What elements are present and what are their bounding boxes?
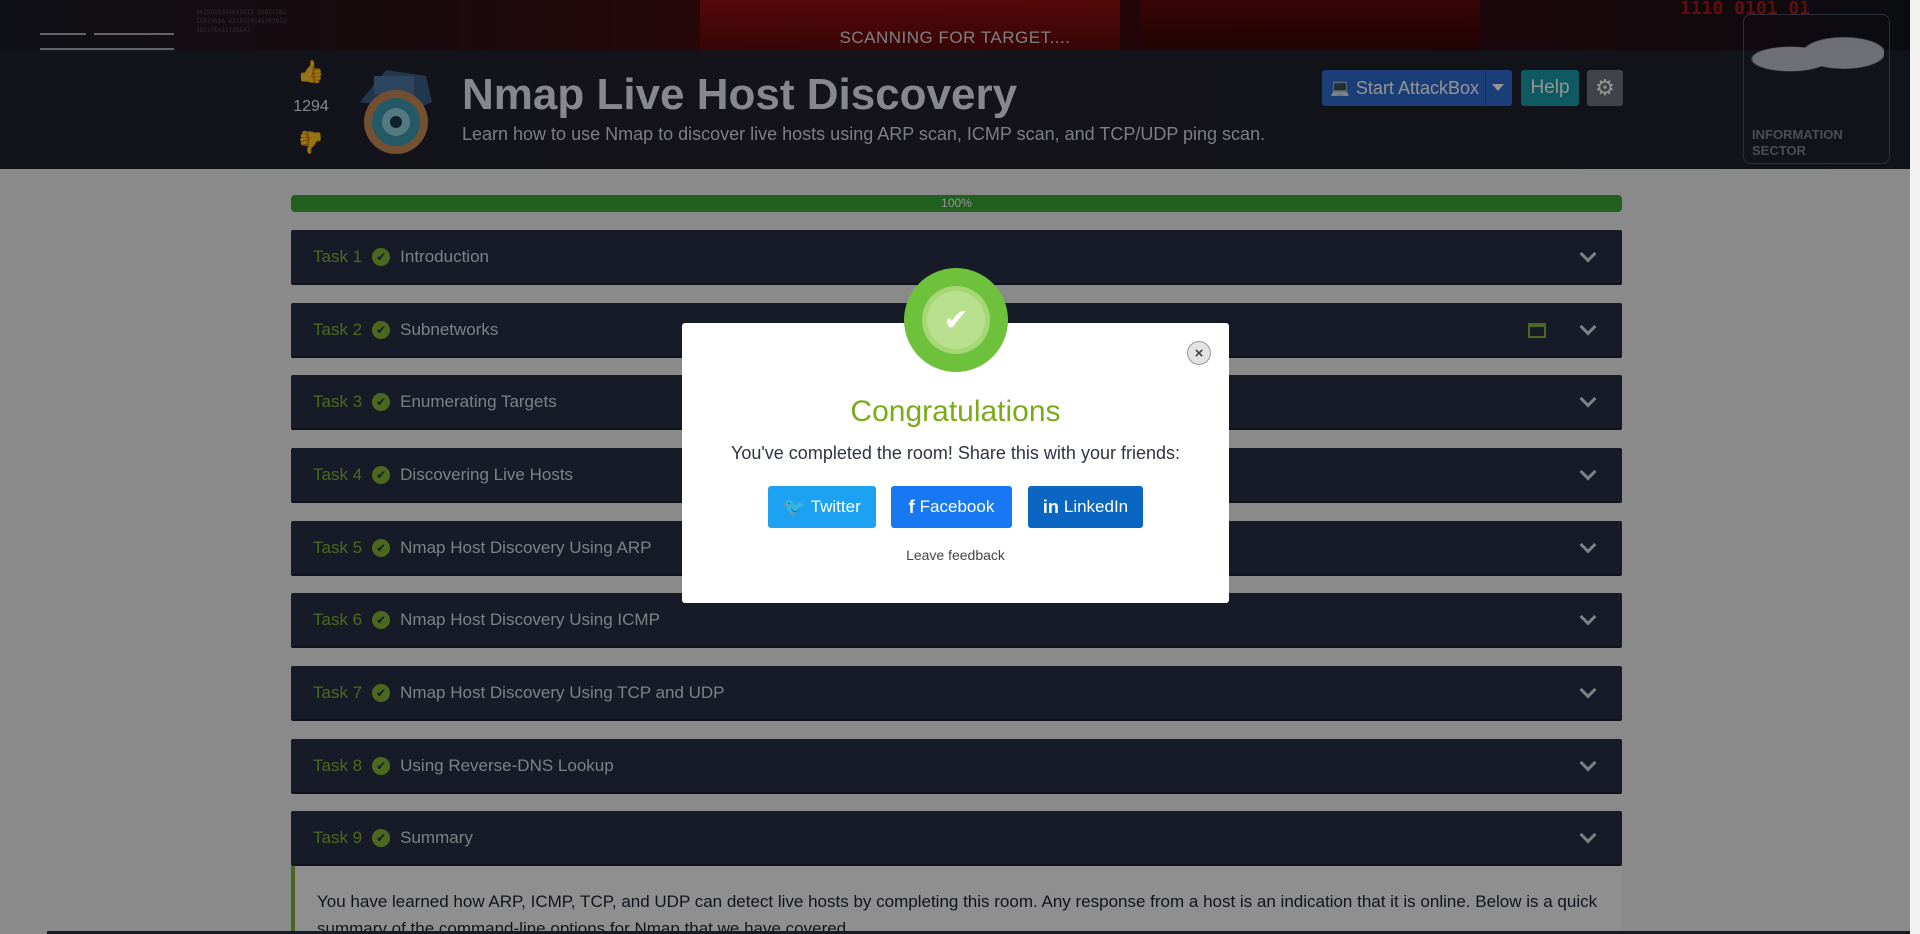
- linkedin-label: LinkedIn: [1063, 497, 1129, 516]
- twitter-icon: 🐦: [783, 496, 806, 517]
- share-twitter-button[interactable]: 🐦 Twitter: [768, 486, 876, 528]
- modal-message: You've completed the room! Share this wi…: [730, 443, 1180, 463]
- facebook-label: Facebook: [919, 497, 995, 516]
- twitter-label: Twitter: [810, 497, 861, 516]
- completion-badge-icon: ✔: [904, 268, 1008, 372]
- linkedin-icon: in: [1042, 496, 1059, 517]
- check-icon: ✔: [927, 291, 985, 349]
- congratulations-modal: ✔ × Congratulations You've completed the…: [682, 268, 1229, 603]
- close-icon[interactable]: ×: [1187, 341, 1211, 365]
- share-linkedin-button[interactable]: in LinkedIn: [1028, 486, 1143, 528]
- modal-title: Congratulations: [850, 395, 1061, 428]
- page-scrollbar[interactable]: [1910, 0, 1920, 934]
- share-facebook-button[interactable]: f Facebook: [891, 486, 1012, 528]
- facebook-icon: f: [908, 496, 915, 517]
- leave-feedback-link[interactable]: Leave feedback: [682, 547, 1229, 563]
